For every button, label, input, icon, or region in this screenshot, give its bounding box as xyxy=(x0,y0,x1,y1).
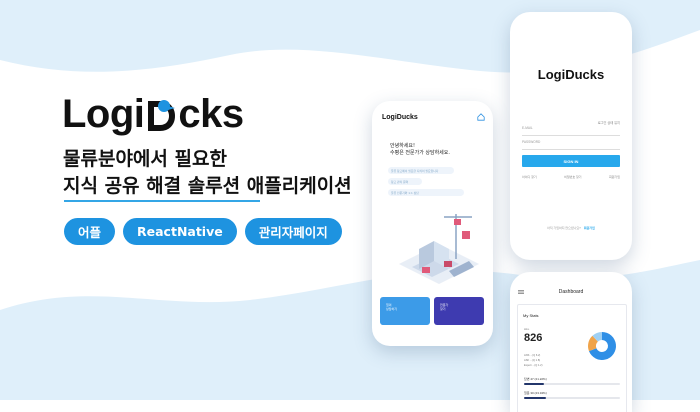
progress-fill xyxy=(524,397,547,399)
progress-label: 질문 30 (23.34%) xyxy=(524,391,547,395)
signup-link[interactable]: 회원가입 xyxy=(584,226,595,230)
legend-item: Expert ...(Q 1.2) xyxy=(524,364,543,367)
suggestion-chip[interactable]: 물류 전문가와 1:1 상담 xyxy=(388,189,464,196)
phone-dashboard-screen: Dashboard My Stats ALL 826 ANS ...(Q 6.2… xyxy=(510,272,632,412)
find-expert-card[interactable]: 전문가 찾기 xyxy=(434,297,484,325)
phone-login-screen: LogiDucks 로그인 상태 유지 E-MAIL PASSWORD SIGN… xyxy=(510,12,632,260)
tag-admin-page: 관리자페이지 xyxy=(244,218,342,245)
stats-donut-chart xyxy=(588,332,616,360)
tag-app: 어플 xyxy=(64,218,116,245)
total-count: 826 xyxy=(524,332,543,344)
login-logo: LogiDucks xyxy=(537,67,605,82)
stats-legend: ANS ...(Q 6.2) ASK ...(Q 1.8) Expert ...… xyxy=(524,353,542,368)
logo-text-right: cks xyxy=(178,92,244,136)
suggestion-chip[interactable]: 물류 창고에서 필요한 지식이 필요합니다 xyxy=(388,167,454,174)
headline: 물류분야에서 필요한 지식 공유 해결 솔루션 애플리케이션 xyxy=(63,146,352,200)
tag-react-native: ReactNative xyxy=(123,218,237,245)
brand-logo: Logi cks xyxy=(62,92,244,137)
headline-line-2: 지식 공유 해결 솔루션 애플리케이션 xyxy=(63,175,352,197)
suggestion-chip[interactable]: 창고 관리 문의 xyxy=(388,178,422,185)
card-b-label: 전문가 찾기 xyxy=(440,303,449,311)
signup-text: 아직 가입하지 않으셨나요? xyxy=(547,226,581,230)
password-field[interactable]: PASSWORD xyxy=(522,140,620,150)
greeting-line-2: 수평은 전문가가 상담하세요. xyxy=(390,150,450,156)
logo-text-left: Logi xyxy=(62,92,145,136)
signin-button[interactable]: SIGN IN xyxy=(522,155,620,167)
register-link[interactable]: 회원가입 xyxy=(609,175,620,179)
headline-line-1: 물류분야에서 필요한 xyxy=(63,148,227,170)
keep-login-checkbox[interactable]: 로그인 상태 유지 xyxy=(598,120,620,125)
progress-questions: 질문 30 (23.34%) xyxy=(524,391,620,399)
phone-chat-screen: LogiDucks 안녕하세요! 수평은 전문가가 상담하세요. 물류 창고에서… xyxy=(372,101,493,346)
all-label: ALL xyxy=(524,327,530,331)
suggestion-list: 물류 창고에서 필요한 지식이 필요합니다 창고 관리 문의 물류 전문가와 1… xyxy=(388,167,464,196)
greeting: 안녕하세요! 수평은 전문가가 상담하세요. xyxy=(390,143,450,157)
dashboard-title: Dashboard xyxy=(558,289,584,295)
login-links: 아이디 찾기 비밀번호 찾기 회원가입 xyxy=(522,175,620,179)
find-password-link[interactable]: 비밀번호 찾기 xyxy=(564,175,581,179)
tag-list: 어플 ReactNative 관리자페이지 xyxy=(64,218,342,245)
action-cards: 질의 상담하기 전문가 찾기 xyxy=(380,297,484,325)
app-header-logo: LogiDucks xyxy=(382,114,418,121)
divider xyxy=(64,200,260,202)
greeting-line-1: 안녕하세요! xyxy=(390,143,416,149)
progress-answers: 답변 47 (21.22%) xyxy=(524,377,620,385)
card-a-label: 질의 상담하기 xyxy=(386,303,398,311)
ask-question-card[interactable]: 질의 상담하기 xyxy=(380,297,430,325)
duck-icon xyxy=(144,97,178,133)
progress-fill xyxy=(524,383,545,385)
warehouse-illustration xyxy=(399,214,479,284)
email-field[interactable]: E-MAIL xyxy=(522,126,620,136)
find-id-link[interactable]: 아이디 찾기 xyxy=(522,175,537,179)
stats-card: My Stats ALL 826 ANS ...(Q 6.2) ASK ...(… xyxy=(517,304,627,412)
stats-title: My Stats xyxy=(523,313,539,318)
signup-prompt: 아직 가입하지 않으셨나요? 회원가입 xyxy=(522,226,620,230)
home-icon[interactable] xyxy=(477,113,485,121)
progress-label: 답변 47 (21.22%) xyxy=(524,377,547,381)
